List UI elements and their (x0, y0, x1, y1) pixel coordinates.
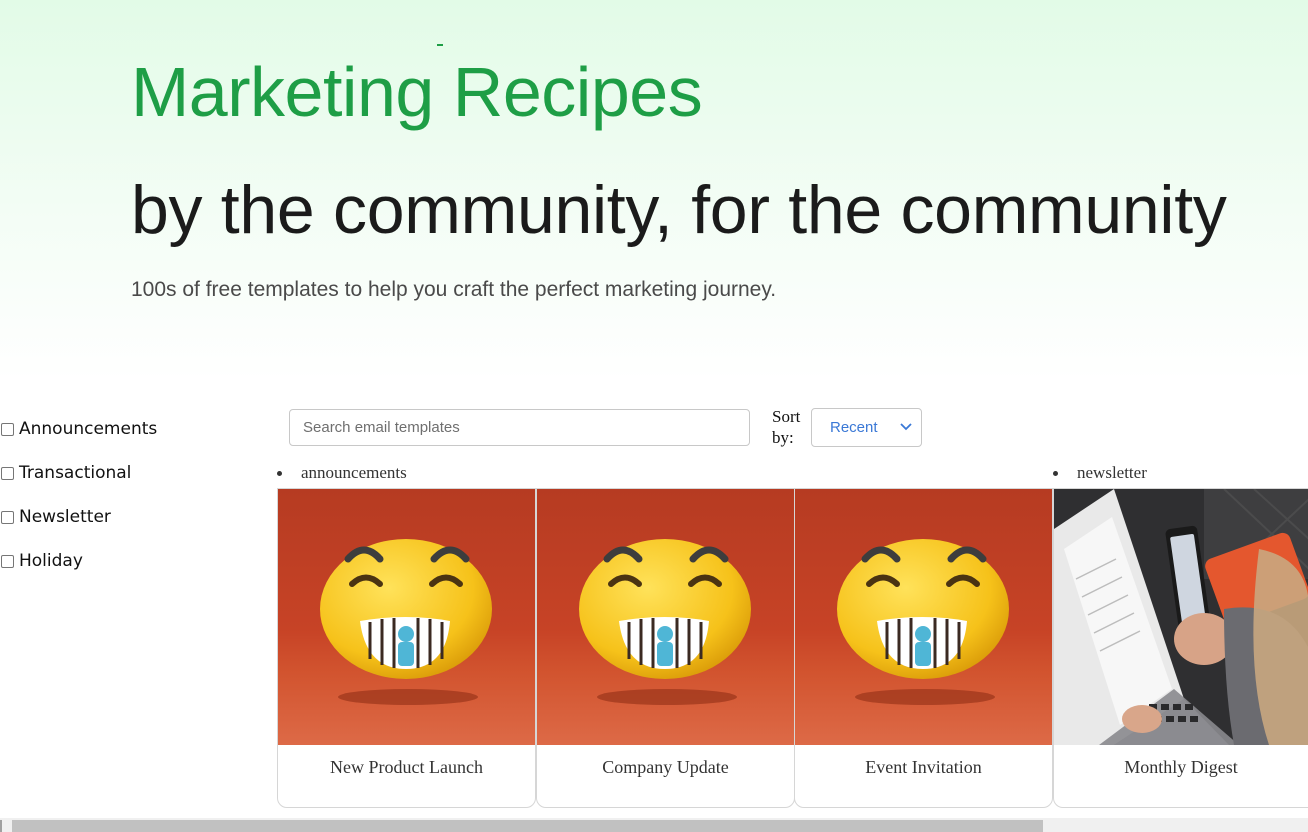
template-card[interactable]: New Product Launch (277, 488, 536, 808)
scrollbar-arrow[interactable] (0, 820, 2, 832)
template-card[interactable]: Event Invitation (794, 488, 1053, 808)
card-title: Monthly Digest (1124, 757, 1238, 777)
filter-newsletter[interactable]: Newsletter (0, 506, 157, 528)
category-filters: Announcements Transactional Newsletter H… (0, 418, 157, 594)
card-image (795, 489, 1052, 745)
scrollbar-thumb[interactable] (12, 820, 1043, 832)
checkbox-icon[interactable] (1, 554, 14, 568)
hero-banner: Marketing Recipes by the community, for … (0, 0, 1308, 380)
card-image (1054, 489, 1308, 745)
card-image (537, 489, 794, 745)
page-title: Marketing Recipes (131, 53, 703, 131)
checkbox-icon[interactable] (1, 422, 14, 436)
bullet-icon (277, 471, 282, 476)
horizontal-scrollbar[interactable] (0, 818, 1308, 832)
card-title: New Product Launch (330, 757, 483, 777)
sort-select[interactable]: Recent (811, 408, 922, 447)
filter-transactional[interactable]: Transactional (0, 462, 157, 484)
smiley-emoji-image (537, 489, 794, 745)
filter-label: Holiday (19, 551, 83, 571)
smiley-emoji-image (278, 489, 535, 745)
search-input[interactable] (289, 409, 750, 446)
template-card[interactable]: Monthly Digest (1053, 488, 1308, 808)
sort-label: Sort by: (772, 407, 801, 447)
hero-decoration (437, 44, 443, 46)
filter-announcements[interactable]: Announcements (0, 418, 157, 440)
checkbox-icon[interactable] (1, 466, 14, 480)
template-card[interactable]: Company Update (536, 488, 795, 808)
card-title: Company Update (602, 757, 729, 777)
sort-selected-value: Recent (830, 419, 878, 436)
page-description: 100s of free templates to help you craft… (131, 278, 777, 301)
card-title: Event Invitation (865, 757, 982, 777)
bullet-icon (1053, 471, 1058, 476)
card-image (278, 489, 535, 745)
checkbox-icon[interactable] (1, 510, 14, 524)
filter-label: Newsletter (19, 507, 111, 527)
page-subtitle: by the community, for the community (131, 172, 1227, 248)
laptop-phone-photo (1054, 489, 1308, 745)
filter-holiday[interactable]: Holiday (0, 550, 157, 572)
tag-label: newsletter (1077, 463, 1147, 482)
chevron-down-icon (900, 423, 912, 431)
filter-label: Transactional (19, 463, 132, 483)
tag-label: announcements (301, 463, 407, 482)
smiley-emoji-image (795, 489, 1052, 745)
filter-label: Announcements (19, 419, 158, 439)
